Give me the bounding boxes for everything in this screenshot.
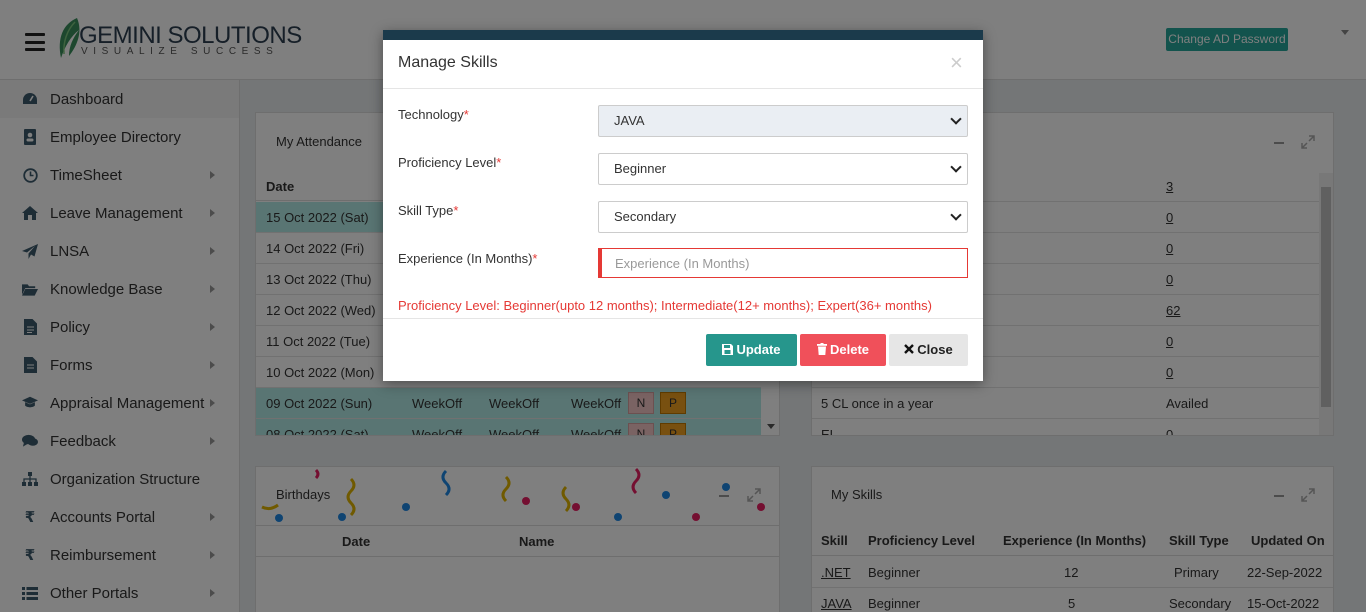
required-asterisk: * xyxy=(496,155,502,170)
experience-label-text: Experience (In Months) xyxy=(398,251,533,266)
proficiency-hint-text: Proficiency Level: Beginner(upto 12 mont… xyxy=(398,298,932,313)
modal-title: Manage Skills xyxy=(398,54,498,71)
chevron-down-icon xyxy=(950,113,962,125)
update-button[interactable]: Update xyxy=(706,334,797,366)
delete-button[interactable]: Delete xyxy=(800,334,886,366)
proficiency-label-text: Proficiency Level xyxy=(398,155,497,170)
proficiency-level-select[interactable]: Beginner xyxy=(598,153,968,185)
delete-button-label: Delete xyxy=(829,342,870,357)
required-asterisk: * xyxy=(463,107,469,122)
divider xyxy=(383,88,983,89)
close-button[interactable]: Close xyxy=(889,334,968,366)
skill-type-select-value: Secondary xyxy=(614,209,677,224)
skill-type-label: Skill Type* xyxy=(398,203,458,218)
skill-type-select[interactable]: Secondary xyxy=(598,201,968,233)
update-button-label: Update xyxy=(736,342,781,357)
chevron-down-icon xyxy=(950,161,962,173)
manage-skills-modal: Manage Skills × Technology* JAVA Profici… xyxy=(383,30,983,381)
technology-label: Technology* xyxy=(398,107,469,122)
trash-icon xyxy=(816,343,827,355)
experience-label: Experience (In Months)* xyxy=(398,251,537,266)
close-button-label: Close xyxy=(917,342,953,357)
experience-input[interactable] xyxy=(598,248,968,278)
close-x-icon xyxy=(904,344,915,354)
required-asterisk: * xyxy=(532,251,538,266)
technology-select-value: JAVA xyxy=(614,113,645,128)
close-icon[interactable]: × xyxy=(950,52,963,74)
save-icon xyxy=(722,344,734,355)
proficiency-label: Proficiency Level* xyxy=(398,155,501,170)
required-asterisk: * xyxy=(453,203,459,218)
divider xyxy=(383,318,983,319)
technology-label-text: Technology xyxy=(398,107,464,122)
proficiency-select-value: Beginner xyxy=(614,161,667,176)
skill-type-label-text: Skill Type xyxy=(398,203,454,218)
chevron-down-icon xyxy=(950,209,962,221)
technology-select[interactable]: JAVA xyxy=(598,105,968,137)
